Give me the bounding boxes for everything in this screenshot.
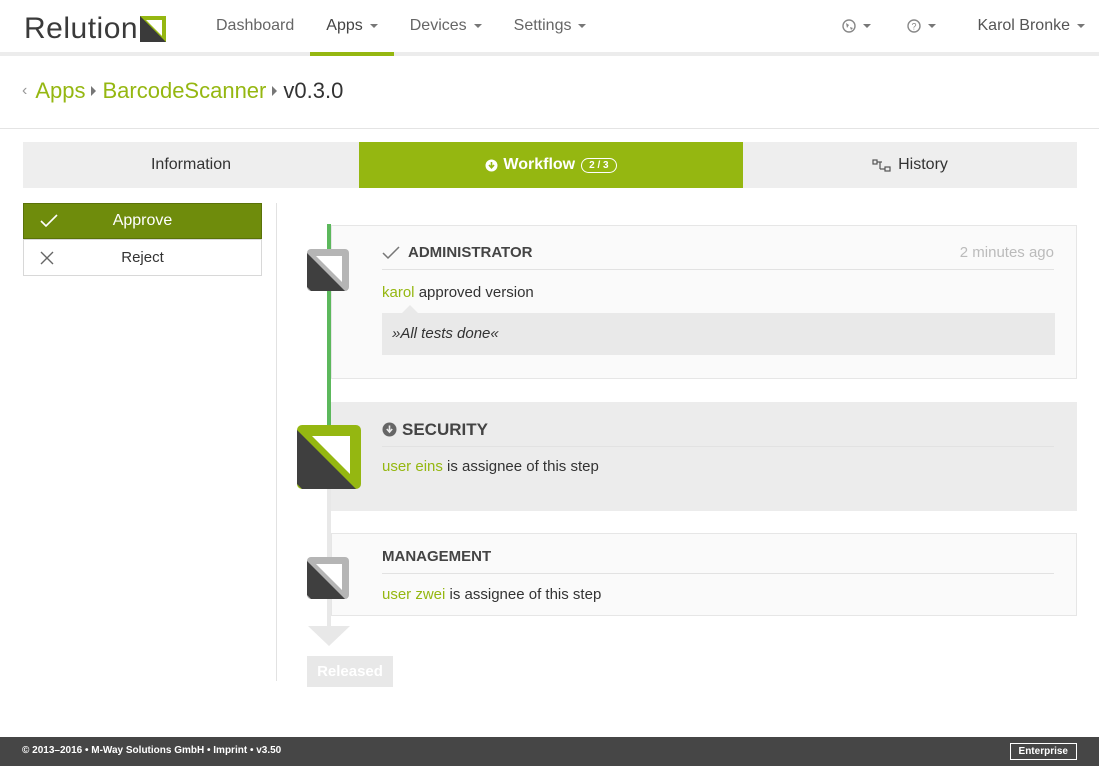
comment-text: »All tests done« xyxy=(392,325,499,342)
content-divider xyxy=(276,203,277,681)
relution-logo[interactable]: Relution xyxy=(24,12,167,46)
step-message: user zwei is assignee of this step xyxy=(382,586,601,603)
breadcrumb-current-version: v0.3.0 xyxy=(283,78,344,103)
logo-text: Relution xyxy=(24,12,139,45)
step-message-text: is assignee of this step xyxy=(447,458,599,475)
step-message-text: approved version xyxy=(418,284,534,301)
step-avatar-icon xyxy=(307,557,349,599)
user-link[interactable]: karol xyxy=(382,284,415,301)
step-title-text: MANAGEMENT xyxy=(382,548,492,565)
chevron-down-icon xyxy=(369,24,378,28)
reject-label: Reject xyxy=(121,249,164,266)
approve-button[interactable]: Approve xyxy=(23,203,262,239)
step-message: user eins is assignee of this step xyxy=(382,458,599,475)
workflow-step-administrator: ADMINISTRATOR 2 minutes ago karol approv… xyxy=(331,225,1077,379)
arrow-down-circle-icon xyxy=(382,422,397,437)
workflow-step-management: MANAGEMENT user zwei is assignee of this… xyxy=(331,533,1077,616)
edition-badge: Enterprise xyxy=(1009,743,1077,760)
step-title: ADMINISTRATOR xyxy=(382,244,532,261)
main-nav: Dashboard Apps Devices Settings xyxy=(200,0,603,56)
approve-label: Approve xyxy=(112,212,173,229)
app-tabs: Information Workflow 2 / 3 History xyxy=(23,142,1077,188)
nav-devices-label: Devices xyxy=(409,17,467,34)
check-icon xyxy=(382,245,400,259)
breadcrumb-separator-icon xyxy=(91,86,97,96)
footer-copyright: © 2013–2016 • M-Way Solutions GmbH • Imp… xyxy=(22,745,282,756)
step-title-text: SECURITY xyxy=(402,419,488,439)
comment-pointer xyxy=(402,305,418,313)
chevron-down-icon xyxy=(1077,24,1085,28)
workflow-progress-badge: 2 / 3 xyxy=(581,157,617,173)
chevron-down-icon xyxy=(473,24,482,28)
header-divider xyxy=(0,128,1099,129)
nav-devices[interactable]: Devices xyxy=(394,0,498,52)
released-badge: Released xyxy=(307,656,393,687)
workflow-step-security: SECURITY user eins is assignee of this s… xyxy=(331,402,1077,511)
back-chevron-icon[interactable]: ‹ xyxy=(22,82,27,100)
history-icon xyxy=(872,158,891,172)
tab-history-label: History xyxy=(898,156,948,173)
nav-dashboard[interactable]: Dashboard xyxy=(200,0,310,52)
tab-information-label: Information xyxy=(150,156,232,173)
nav-apps-label: Apps xyxy=(326,17,363,34)
step-header: ADMINISTRATOR 2 minutes ago xyxy=(382,236,1054,270)
user-name: Karol Bronke xyxy=(977,17,1071,34)
nav-settings[interactable]: Settings xyxy=(498,0,603,52)
approval-comment: »All tests done« xyxy=(382,305,1055,355)
tab-information[interactable]: Information xyxy=(23,142,359,188)
step-timestamp: 2 minutes ago xyxy=(959,244,1054,261)
breadcrumb: ‹ Apps BarcodeScanner v0.3.0 xyxy=(22,78,343,104)
step-message: karol approved version xyxy=(382,284,534,301)
svg-text:?: ? xyxy=(911,22,916,32)
help-icon: ? xyxy=(906,19,921,33)
tab-workflow[interactable]: Workflow 2 / 3 xyxy=(359,142,743,188)
help-menu[interactable]: ? xyxy=(889,19,954,33)
breadcrumb-separator-icon xyxy=(272,86,278,96)
close-icon xyxy=(40,251,54,264)
chevron-down-icon xyxy=(862,24,871,28)
logo-mark-icon xyxy=(140,16,167,42)
step-title: MANAGEMENT xyxy=(382,548,491,565)
step-title-text: ADMINISTRATOR xyxy=(408,244,533,261)
nav-right: ? Karol Bronke xyxy=(824,0,1085,52)
nav-settings-label: Settings xyxy=(513,17,572,34)
step-title: SECURITY xyxy=(382,420,488,440)
check-icon xyxy=(40,214,58,228)
chevron-down-icon xyxy=(578,24,587,28)
step-header: MANAGEMENT xyxy=(382,540,1054,574)
timeline-arrow-icon xyxy=(308,626,350,646)
language-menu[interactable] xyxy=(824,19,889,33)
user-link[interactable]: user zwei xyxy=(382,586,445,603)
step-avatar-icon xyxy=(297,425,361,489)
top-navbar: Relution Dashboard Apps Devices Settings… xyxy=(0,0,1099,56)
tab-history[interactable]: History xyxy=(743,142,1077,188)
user-link[interactable]: user eins xyxy=(382,458,443,475)
globe-icon xyxy=(841,19,856,33)
breadcrumb-app[interactable]: BarcodeScanner xyxy=(102,78,266,104)
nav-apps[interactable]: Apps xyxy=(310,0,394,56)
breadcrumb-apps[interactable]: Apps xyxy=(35,78,85,104)
step-message-text: is assignee of this step xyxy=(449,586,602,603)
reject-button[interactable]: Reject xyxy=(23,239,262,276)
step-avatar-icon xyxy=(307,249,349,291)
nav-dashboard-label: Dashboard xyxy=(216,17,295,34)
step-header: SECURITY xyxy=(382,413,1054,447)
chevron-down-icon xyxy=(927,24,936,28)
footer: © 2013–2016 • M-Way Solutions GmbH • Imp… xyxy=(0,737,1099,766)
user-menu[interactable]: Karol Bronke xyxy=(954,17,1085,35)
arrow-down-circle-icon xyxy=(485,159,498,171)
tab-workflow-label: Workflow xyxy=(503,156,576,173)
